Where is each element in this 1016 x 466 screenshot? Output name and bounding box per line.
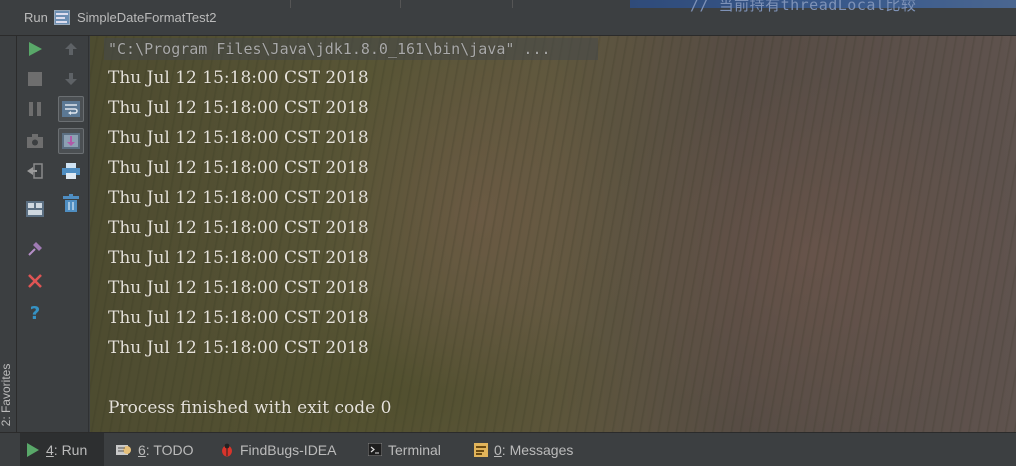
tab-findbugs-label: FindBugs-IDEA xyxy=(240,441,337,458)
soft-wrap-toggle[interactable] xyxy=(58,96,84,122)
tab-terminal[interactable]: Terminal xyxy=(362,433,447,466)
tab-findbugs[interactable]: FindBugs-IDEA xyxy=(214,433,342,466)
console-line: Thu Jul 12 15:18:00 CST 2018 xyxy=(108,98,369,118)
process-exit-message: Process finished with exit code 0 xyxy=(108,398,392,418)
camera-icon xyxy=(27,134,43,148)
pause-button[interactable] xyxy=(22,96,48,122)
bug-icon xyxy=(220,443,234,457)
run-toolbar-secondary xyxy=(54,36,89,432)
pin-tab-button[interactable] xyxy=(22,236,48,262)
tab-messages-mnemonic: 0 xyxy=(494,441,502,458)
pause-icon xyxy=(28,102,42,116)
favorites-tab[interactable]: 2: Favorites xyxy=(0,355,13,435)
up-arrow-icon xyxy=(64,42,78,56)
rerun-button[interactable] xyxy=(22,36,48,62)
tab-todo-mnemonic: 6 xyxy=(138,441,146,458)
tab-terminal-label: Terminal xyxy=(388,441,441,458)
scroll-to-end-toggle[interactable] xyxy=(58,128,84,154)
messages-icon xyxy=(474,442,488,457)
tab-todo-label: : TODO xyxy=(145,441,194,458)
trash-icon xyxy=(63,194,79,212)
stop-icon xyxy=(28,72,42,86)
run-toolbar-primary: ? xyxy=(18,36,52,432)
divider xyxy=(290,0,291,8)
pin-icon xyxy=(27,241,43,257)
todo-icon xyxy=(116,442,132,457)
console-line: Thu Jul 12 15:18:00 CST 2018 xyxy=(108,218,369,238)
print-button[interactable] xyxy=(58,158,84,184)
console-line: Thu Jul 12 15:18:00 CST 2018 xyxy=(108,128,369,148)
scroll-to-end-icon xyxy=(62,133,80,149)
exit-icon xyxy=(27,163,43,179)
console-line: Thu Jul 12 15:18:00 CST 2018 xyxy=(108,308,369,328)
previous-occurrence-button[interactable] xyxy=(58,36,84,62)
favorites-strip: 2: Favorites xyxy=(0,36,17,449)
dump-threads-button[interactable] xyxy=(22,128,48,154)
tab-todo[interactable]: 6: TODO xyxy=(110,433,200,466)
run-tool-window-header: // 当前持有threadLocal比较 Run SimpleDateForma… xyxy=(0,0,1016,36)
tool-window-bar: 4: Run 6: TODO FindBugs-IDEA Terminal 0:… xyxy=(0,432,1016,466)
stop-button[interactable] xyxy=(22,66,48,92)
clear-all-button[interactable] xyxy=(58,190,84,216)
console-line: Thu Jul 12 15:18:00 CST 2018 xyxy=(108,188,369,208)
console-line: Thu Jul 12 15:18:00 CST 2018 xyxy=(108,68,369,88)
help-icon: ? xyxy=(29,302,41,324)
soft-wrap-icon xyxy=(62,101,80,117)
close-icon xyxy=(28,274,42,288)
console-line: Thu Jul 12 15:18:00 CST 2018 xyxy=(108,158,369,178)
run-icon xyxy=(26,442,40,457)
tab-run[interactable]: 4: Run xyxy=(20,433,104,466)
terminal-icon xyxy=(368,443,382,456)
layout-icon xyxy=(26,201,44,217)
tab-run-mnemonic: 4 xyxy=(46,441,54,458)
run-configuration-tab[interactable]: SimpleDateFormatTest2 xyxy=(77,10,216,25)
exit-button[interactable] xyxy=(22,158,48,184)
run-configuration-icon xyxy=(54,10,70,25)
run-icon xyxy=(27,41,43,57)
down-arrow-icon xyxy=(64,72,78,86)
tab-messages[interactable]: 0: Messages xyxy=(468,433,579,466)
help-button[interactable]: ? xyxy=(22,300,48,326)
console-output[interactable]: "C:\Program Files\Java\jdk1.8.0_161\bin\… xyxy=(90,36,1016,432)
print-icon xyxy=(62,163,80,179)
next-occurrence-button[interactable] xyxy=(58,66,84,92)
divider xyxy=(512,0,513,8)
console-line: Thu Jul 12 15:18:00 CST 2018 xyxy=(108,248,369,268)
divider xyxy=(400,0,401,8)
tab-run-label: : Run xyxy=(53,441,88,458)
tab-messages-label: : Messages xyxy=(501,441,574,458)
console-line: Thu Jul 12 15:18:00 CST 2018 xyxy=(108,338,369,358)
background-editor-text: // 当前持有threadLocal比较 xyxy=(690,0,917,14)
run-window-title: Run xyxy=(24,10,48,25)
restore-layout-button[interactable] xyxy=(22,196,48,222)
console-line: Thu Jul 12 15:18:00 CST 2018 xyxy=(108,278,369,298)
command-line: "C:\Program Files\Java\jdk1.8.0_161\bin\… xyxy=(108,40,551,58)
close-button[interactable] xyxy=(22,268,48,294)
